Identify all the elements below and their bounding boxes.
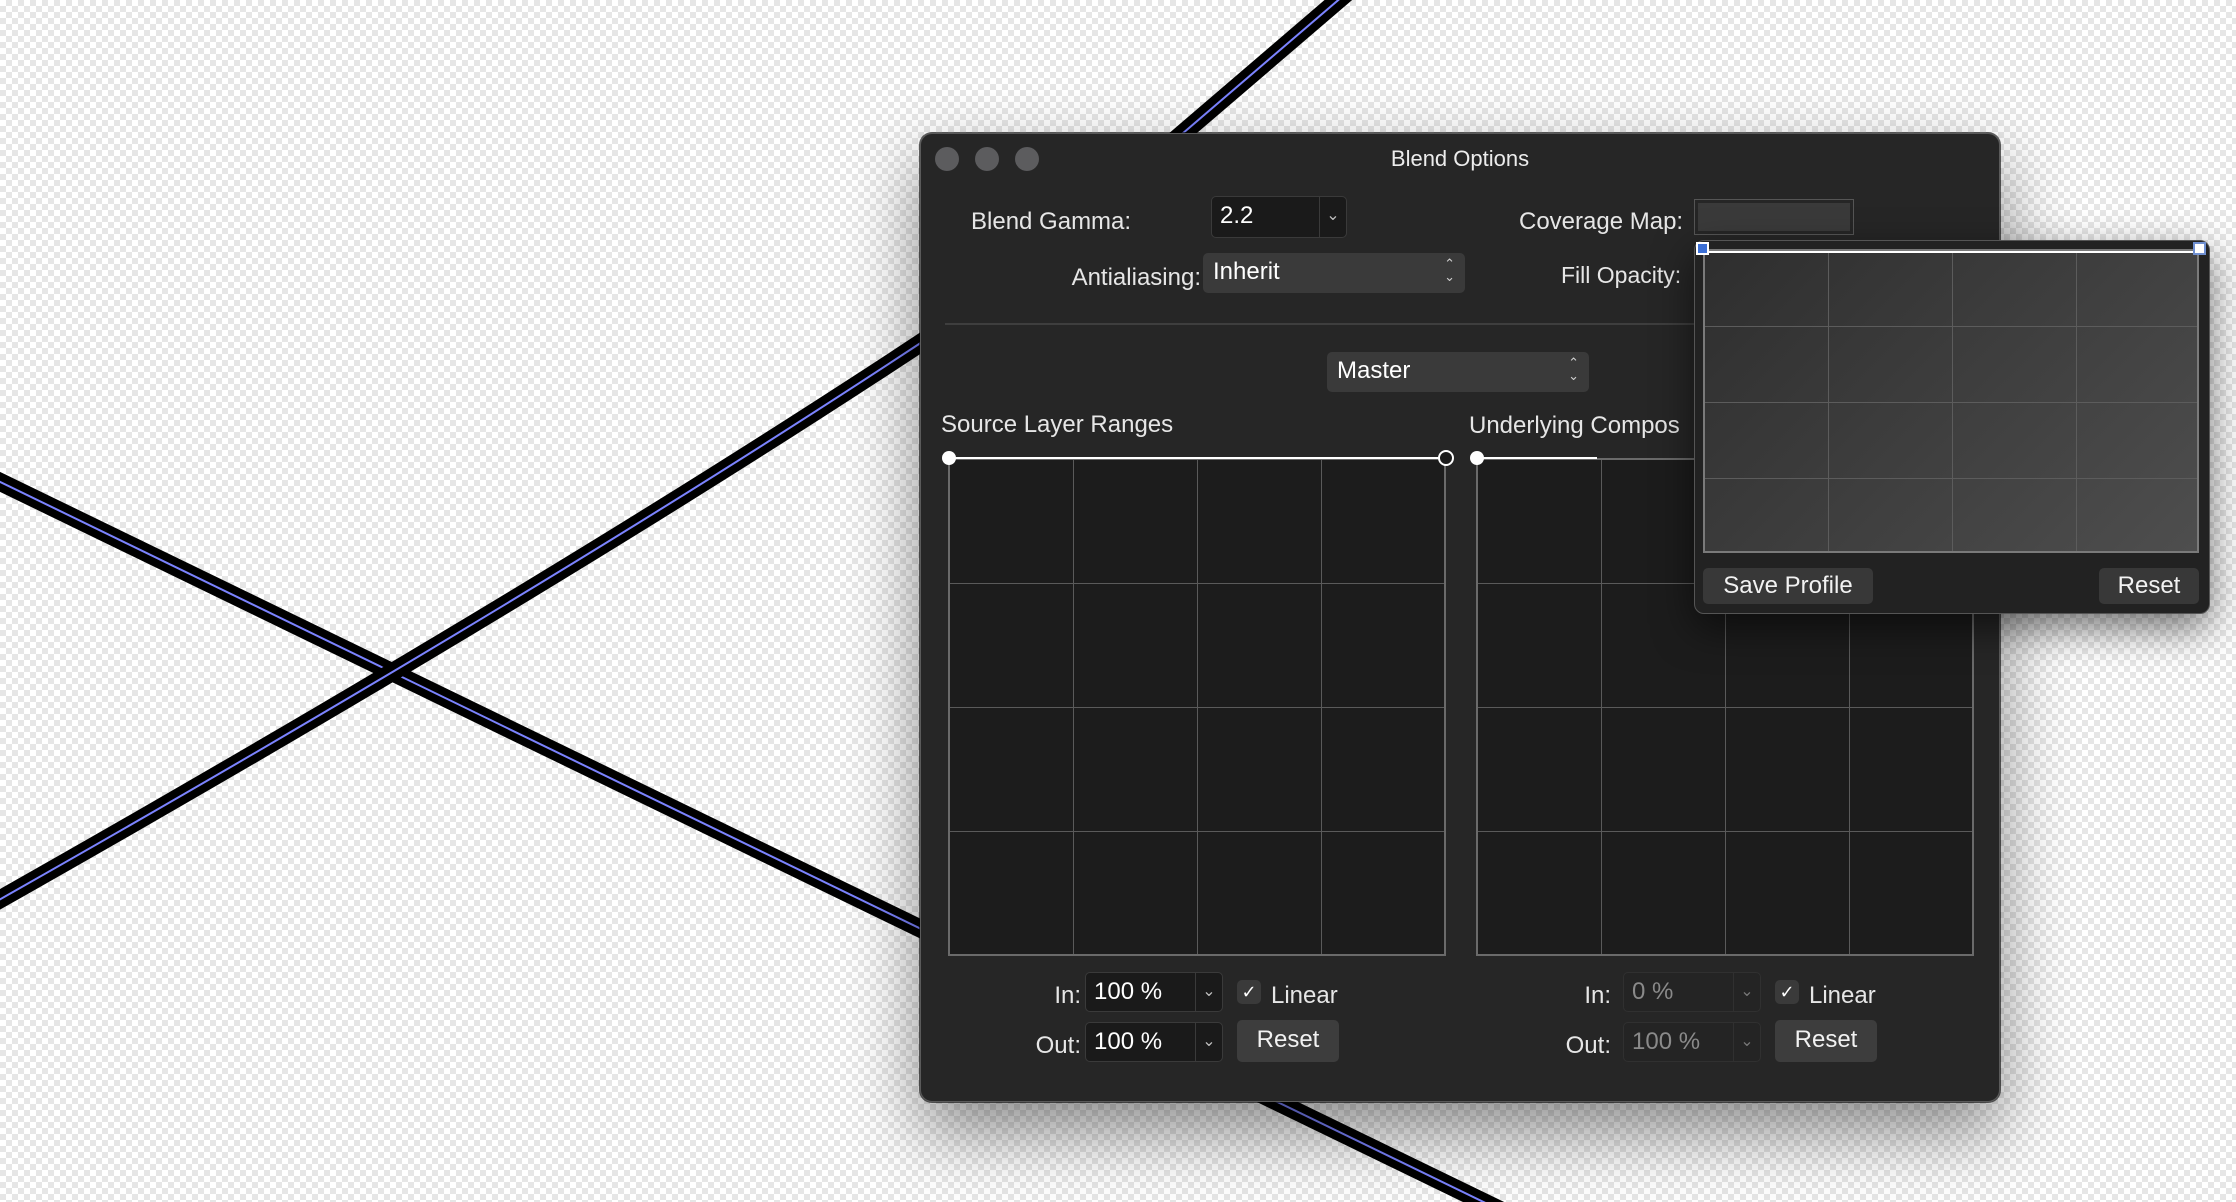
source-linear-label: Linear	[1271, 982, 1338, 1009]
source-out-value: 100 %	[1094, 1028, 1163, 1055]
window-title: Blend Options	[1390, 146, 1530, 171]
coverage-start-handle[interactable]	[1696, 242, 1709, 255]
updown-icon: ⌃ ⌄	[1568, 355, 1579, 383]
underlying-ranges-title: Underlying Compos	[1469, 412, 1680, 439]
coverage-reset-button[interactable]: Reset	[2099, 568, 2199, 604]
antialiasing-value: Inherit	[1213, 258, 1280, 285]
chevron-down-icon[interactable]: ⌄	[1319, 197, 1346, 237]
channel-popup[interactable]: Master ⌃ ⌄	[1327, 352, 1589, 392]
channel-value: Master	[1337, 357, 1411, 384]
title-bar[interactable]: Blend Options	[921, 134, 1999, 182]
chevron-down-icon[interactable]: ⌄	[1733, 973, 1760, 1011]
underlying-reset-button[interactable]: Reset	[1775, 1020, 1877, 1062]
source-reset-button[interactable]: Reset	[1237, 1020, 1339, 1062]
updown-icon: ⌃ ⌄	[1444, 256, 1455, 284]
source-ranges-title: Source Layer Ranges	[941, 411, 1174, 438]
chevron-down-icon[interactable]: ⌄	[1733, 1023, 1760, 1061]
source-curve-start-handle[interactable]	[942, 451, 956, 465]
underlying-out-field[interactable]: 100 % ⌄	[1623, 1022, 1761, 1062]
source-out-field[interactable]: 100 % ⌄	[1085, 1022, 1223, 1062]
source-linear-checkbox[interactable]: ✓	[1237, 980, 1261, 1004]
underlying-curve-start-handle[interactable]	[1470, 451, 1484, 465]
underlying-in-label: In:	[1584, 982, 1611, 1009]
source-in-field[interactable]: 100 % ⌄	[1085, 972, 1223, 1012]
chevron-down-icon[interactable]: ⌄	[1195, 1023, 1222, 1061]
source-curve-end-handle[interactable]	[1438, 450, 1454, 466]
coverage-map-popover: Save Profile Reset	[1694, 240, 2210, 614]
source-range-curve	[949, 457, 1445, 459]
coverage-map-swatch[interactable]	[1695, 200, 1853, 234]
source-in-value: 100 %	[1094, 978, 1163, 1005]
coverage-map-curve	[1705, 251, 2197, 253]
blend-gamma-value: 2.2	[1220, 202, 1254, 229]
chevron-down-icon[interactable]: ⌄	[1195, 973, 1222, 1011]
underlying-out-label: Out:	[1565, 1032, 1611, 1059]
underlying-in-value: 0 %	[1632, 978, 1674, 1005]
save-profile-button[interactable]: Save Profile	[1703, 568, 1873, 604]
underlying-range-curve	[1477, 457, 1597, 459]
underlying-linear-checkbox[interactable]: ✓	[1775, 980, 1799, 1004]
source-out-label: Out:	[1035, 1032, 1081, 1059]
coverage-map-graph[interactable]	[1703, 249, 2199, 553]
antialiasing-label: Antialiasing:	[1071, 264, 1201, 291]
source-in-label: In:	[1054, 982, 1081, 1009]
source-range-graph[interactable]	[948, 458, 1446, 956]
underlying-out-value: 100 %	[1632, 1028, 1701, 1055]
underlying-in-field[interactable]: 0 % ⌄	[1623, 972, 1761, 1012]
underlying-linear-label: Linear	[1809, 982, 1876, 1009]
coverage-end-handle[interactable]	[2193, 242, 2206, 255]
blend-gamma-field[interactable]: 2.2 ⌄	[1211, 196, 1347, 238]
coverage-map-label: Coverage Map:	[1519, 208, 1684, 235]
fill-opacity-label: Fill Opacity:	[1561, 262, 1682, 288]
antialiasing-popup[interactable]: Inherit ⌃ ⌄	[1203, 253, 1465, 293]
blend-gamma-label: Blend Gamma:	[971, 208, 1132, 235]
